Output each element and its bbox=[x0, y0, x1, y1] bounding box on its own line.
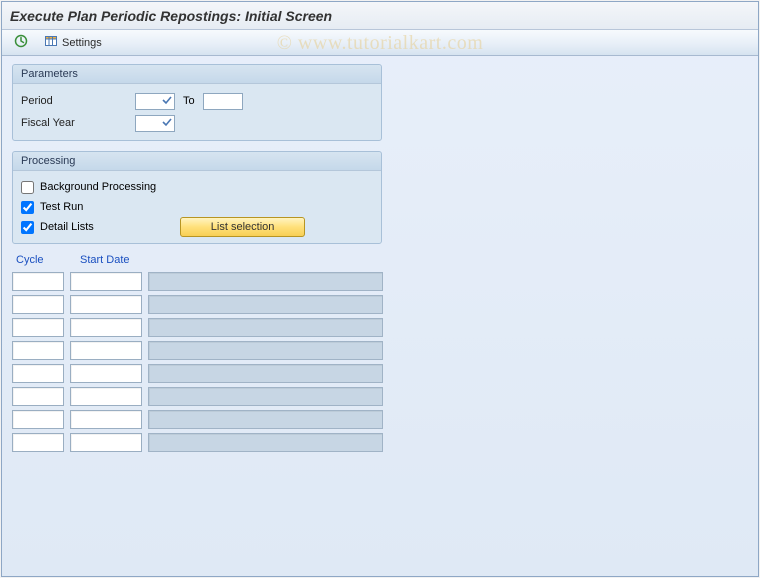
processing-group: Processing Background Processing Test Ru… bbox=[12, 151, 382, 244]
cycle-input[interactable] bbox=[12, 364, 64, 383]
table-row bbox=[12, 270, 748, 293]
to-label: To bbox=[183, 95, 195, 107]
table-row bbox=[12, 316, 748, 339]
description-readonly bbox=[148, 433, 383, 452]
cycle-input[interactable] bbox=[12, 295, 64, 314]
cycle-header: Cycle bbox=[16, 254, 68, 266]
description-readonly bbox=[148, 272, 383, 291]
parameters-group: Parameters Period To Fiscal Year bbox=[12, 64, 382, 141]
table-row bbox=[12, 293, 748, 316]
start-date-input[interactable] bbox=[70, 341, 142, 360]
table-row bbox=[12, 408, 748, 431]
table-header: Cycle Start Date bbox=[12, 254, 748, 270]
period-to-input[interactable] bbox=[203, 93, 243, 110]
detail-lists-label: Detail Lists bbox=[40, 221, 94, 233]
description-readonly bbox=[148, 318, 383, 337]
table-row bbox=[12, 431, 748, 454]
period-from-input[interactable] bbox=[135, 93, 175, 110]
background-processing-label: Background Processing bbox=[40, 181, 156, 193]
settings-table-icon bbox=[44, 34, 58, 51]
startdate-header: Start Date bbox=[80, 254, 150, 266]
period-label: Period bbox=[21, 95, 131, 107]
detail-lists-checkbox[interactable] bbox=[21, 221, 34, 234]
settings-button[interactable]: Settings bbox=[38, 33, 108, 53]
toolbar: Settings bbox=[2, 30, 758, 56]
description-readonly bbox=[148, 295, 383, 314]
clock-execute-icon bbox=[14, 34, 28, 51]
table-row bbox=[12, 385, 748, 408]
start-date-input[interactable] bbox=[70, 387, 142, 406]
background-processing-checkbox[interactable] bbox=[21, 181, 34, 194]
title-bar: Execute Plan Periodic Repostings: Initia… bbox=[2, 2, 758, 30]
description-readonly bbox=[148, 410, 383, 429]
table-row bbox=[12, 339, 748, 362]
list-selection-button[interactable]: List selection bbox=[180, 217, 306, 237]
description-readonly bbox=[148, 387, 383, 406]
settings-label: Settings bbox=[62, 37, 102, 49]
start-date-input[interactable] bbox=[70, 272, 142, 291]
start-date-input[interactable] bbox=[70, 433, 142, 452]
parameters-title: Parameters bbox=[13, 65, 381, 84]
cycle-input[interactable] bbox=[12, 341, 64, 360]
start-date-input[interactable] bbox=[70, 410, 142, 429]
description-readonly bbox=[148, 364, 383, 383]
test-run-label: Test Run bbox=[40, 201, 83, 213]
cycle-input[interactable] bbox=[12, 272, 64, 291]
app-window: Execute Plan Periodic Repostings: Initia… bbox=[1, 1, 759, 577]
start-date-input[interactable] bbox=[70, 318, 142, 337]
fiscal-year-label: Fiscal Year bbox=[21, 117, 131, 129]
table-row bbox=[12, 362, 748, 385]
cycle-input[interactable] bbox=[12, 410, 64, 429]
cycle-input[interactable] bbox=[12, 387, 64, 406]
cycle-input[interactable] bbox=[12, 433, 64, 452]
fiscal-year-input[interactable] bbox=[135, 115, 175, 132]
content-area: Parameters Period To Fiscal Year bbox=[2, 56, 758, 462]
test-run-checkbox[interactable] bbox=[21, 201, 34, 214]
processing-title: Processing bbox=[13, 152, 381, 171]
cycle-table: Cycle Start Date bbox=[12, 254, 748, 454]
execute-button[interactable] bbox=[8, 33, 34, 53]
cycle-input[interactable] bbox=[12, 318, 64, 337]
start-date-input[interactable] bbox=[70, 295, 142, 314]
page-title: Execute Plan Periodic Repostings: Initia… bbox=[10, 8, 332, 24]
start-date-input[interactable] bbox=[70, 364, 142, 383]
description-readonly bbox=[148, 341, 383, 360]
